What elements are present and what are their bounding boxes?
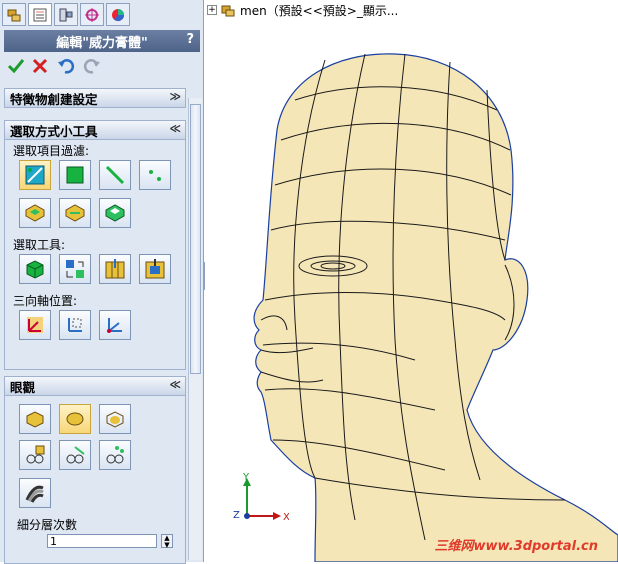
triad-world-icon — [107, 318, 122, 333]
collapse-chevron-icon[interactable]: ≪ — [169, 378, 181, 391]
body-edge-icon — [65, 204, 85, 222]
display-smooth-button[interactable] — [59, 404, 91, 434]
select-loop-tool-button[interactable] — [99, 254, 131, 284]
expand-chevron-icon[interactable]: ≫ — [169, 90, 181, 103]
close-icon — [32, 58, 48, 74]
panel-title-text: 編輯"威力膏體" — [56, 35, 148, 51]
grid-arrows-icon — [66, 260, 84, 278]
triad-position-a-button[interactable] — [19, 310, 51, 340]
triad-label: 三向軸位置: — [13, 294, 78, 308]
collapse-chevron-icon[interactable]: ≪ — [169, 122, 181, 135]
configuration-manager-tab[interactable] — [54, 3, 78, 26]
box-smooth-icon — [106, 411, 124, 428]
property-manager-icon — [33, 8, 47, 21]
filter-body-a-button[interactable] — [19, 198, 51, 228]
feature-create-section: 特徵物創建設定 ≫ — [4, 88, 186, 108]
help-button[interactable]: ? — [186, 32, 194, 47]
subdivision-stepper[interactable]: ▲ ▼ — [161, 534, 173, 549]
body-face-icon — [105, 204, 125, 222]
selection-tools-header[interactable]: 選取方式小工具 ≪ — [4, 120, 186, 140]
filter-vertex-edge-button[interactable] — [19, 160, 51, 190]
appearance-section: 眼觀 ≪ 細分層次數 1 ▲ ▼ — [4, 376, 186, 564]
redo-button[interactable] — [82, 56, 102, 76]
axis-x-label: X — [283, 512, 289, 523]
selection-tools-body: 選取項目過濾: 選取工具: 三向軸位置: — [4, 140, 186, 370]
display-both-button[interactable] — [99, 404, 131, 434]
property-manager-panel: 編輯"威力膏體" ? 特徵物創建設定 ≫ 選取方式小工具 ≪ 選取項目過濾: 選… — [0, 0, 204, 564]
action-row — [4, 54, 200, 78]
display-manager-icon — [112, 8, 125, 21]
triad-corner-icon — [68, 318, 82, 332]
display-manager-tab[interactable] — [106, 3, 130, 26]
select-ring-tool-button[interactable] — [139, 254, 171, 284]
head-surface[interactable] — [253, 53, 618, 562]
glasses-edge-icon — [66, 446, 85, 464]
appearance-body: 細分層次數 1 ▲ ▼ — [4, 396, 186, 564]
smooth-shape-icon — [66, 412, 84, 426]
watermark-text: 三维网www.3dportal.cn — [434, 539, 598, 554]
zebra-stripes-icon — [25, 485, 44, 503]
select-grow-tool-button[interactable] — [59, 254, 91, 284]
select-face-icon — [66, 166, 84, 184]
filter-label: 選取項目過濾: — [13, 144, 90, 158]
feature-manager-icon — [7, 9, 21, 21]
show-edges-button[interactable] — [59, 440, 91, 470]
cancel-button[interactable] — [30, 56, 50, 76]
dimxpert-icon — [85, 7, 99, 22]
filter-face-button[interactable] — [59, 160, 91, 190]
appearance-title: 眼觀 — [10, 379, 36, 395]
filter-body-c-button[interactable] — [99, 198, 131, 228]
graphics-area[interactable]: + men（預設<<預設>_顯示... Y X Z 三维网www.3dporta… — [205, 0, 618, 562]
box-icon — [26, 411, 44, 428]
appearance-header[interactable]: 眼觀 ≪ — [4, 376, 186, 396]
glasses-points-icon — [106, 446, 124, 464]
grid-select-icon — [105, 259, 125, 279]
ok-button[interactable] — [6, 56, 26, 76]
panel-title: 編輯"威力膏體" ? — [4, 30, 200, 52]
manager-tabs — [2, 3, 202, 27]
select-cube-tool-button[interactable] — [19, 254, 51, 284]
grid-ring-icon — [145, 259, 165, 279]
panel-scrollbar[interactable] — [188, 98, 202, 560]
triad-position-b-button[interactable] — [59, 310, 91, 340]
triad-position-c-button[interactable] — [99, 310, 131, 340]
select-vertex-icon — [25, 165, 45, 185]
checkmark-icon — [7, 59, 25, 74]
property-manager-tab[interactable] — [28, 3, 52, 26]
body-select-icon — [25, 204, 45, 222]
tools-label: 選取工具: — [13, 238, 66, 252]
filter-edge-button[interactable] — [99, 160, 131, 190]
axis-triad: Y X Z — [233, 472, 289, 523]
feature-create-header[interactable]: 特徵物創建設定 ≫ — [4, 88, 186, 108]
filter-body-b-button[interactable] — [59, 198, 91, 228]
display-box-button[interactable] — [19, 404, 51, 434]
show-points-button[interactable] — [99, 440, 131, 470]
dimxpert-tab[interactable] — [80, 3, 104, 26]
stripes-button[interactable] — [19, 478, 51, 508]
select-point-icon — [149, 170, 161, 181]
cube-icon — [26, 260, 44, 279]
show-cage-button[interactable] — [19, 440, 51, 470]
configuration-manager-icon — [59, 8, 73, 21]
undo-icon — [58, 59, 75, 74]
triad-local-icon — [27, 317, 43, 333]
filter-point-button[interactable] — [139, 160, 171, 190]
selection-tools-section: 選取方式小工具 ≪ 選取項目過濾: 選取工具: 三向軸位置: — [4, 120, 186, 370]
undo-button[interactable] — [56, 56, 76, 76]
select-edge-icon — [105, 165, 125, 185]
feature-create-title: 特徵物創建設定 — [10, 91, 98, 107]
subdivision-input[interactable]: 1 — [47, 534, 157, 548]
selection-tools-title: 選取方式小工具 — [10, 123, 98, 139]
subdivision-label: 細分層次數 — [17, 518, 78, 532]
redo-icon — [83, 59, 100, 74]
axis-z-label: Z — [233, 510, 240, 521]
glasses-box-icon — [26, 445, 45, 464]
scrollbar-thumb[interactable] — [190, 104, 201, 374]
axis-y-label: Y — [242, 472, 250, 483]
feature-manager-tab[interactable] — [2, 3, 26, 26]
subdivision-row: 1 ▲ ▼ — [5, 534, 185, 550]
